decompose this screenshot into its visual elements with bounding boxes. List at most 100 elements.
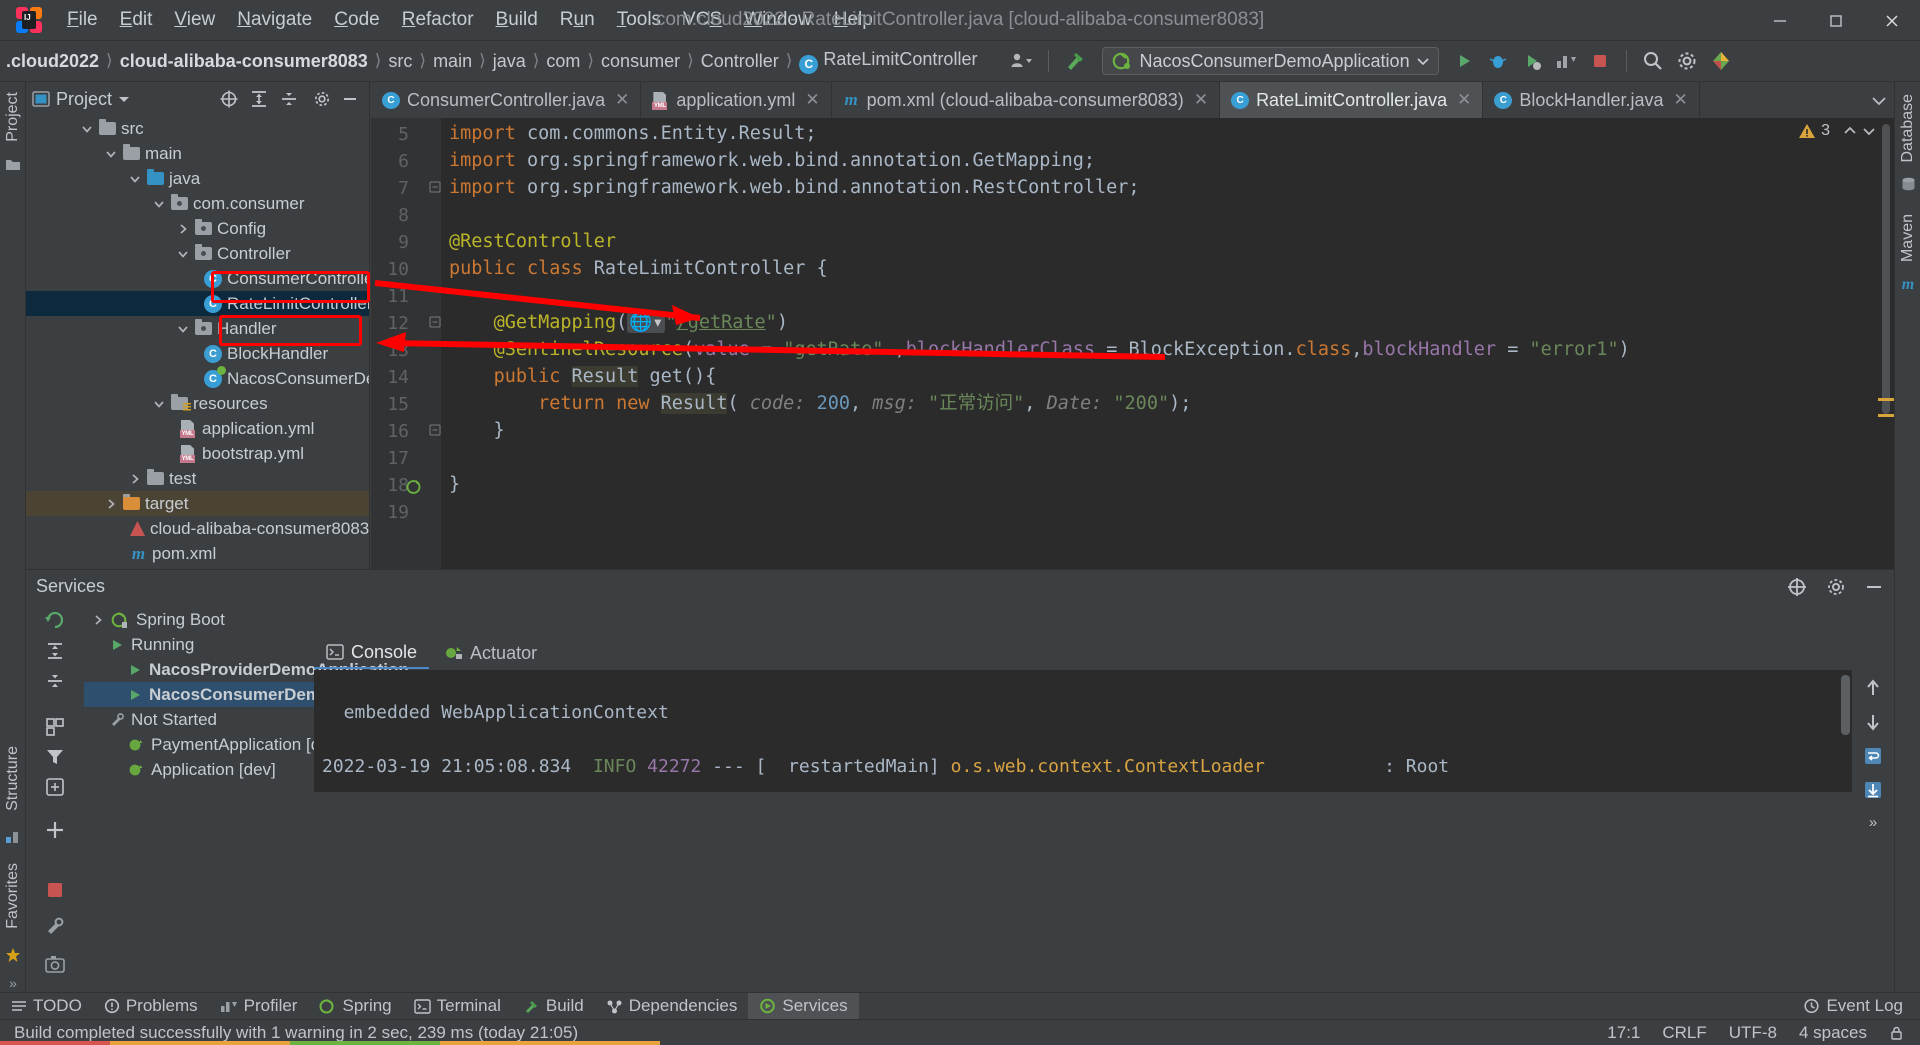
chevron-right-icon[interactable] (128, 472, 142, 486)
tree-item-blockhandler[interactable]: C BlockHandler (26, 341, 369, 366)
tree-item-iml[interactable]: cloud-alibaba-consumer8083.iml (26, 516, 369, 541)
menu-view[interactable]: View (163, 6, 226, 34)
editor-tab-application-yml[interactable]: YML application.yml ✕ (641, 82, 832, 118)
console-tab-console[interactable]: Console (314, 638, 430, 669)
breadcrumb-item-3[interactable]: main (427, 49, 478, 74)
breadcrumb-item-0[interactable]: .cloud2022 (0, 49, 105, 74)
settings-icon[interactable] (1672, 46, 1702, 76)
run-icon[interactable] (1449, 46, 1479, 76)
tree-item-com-consumer[interactable]: com.consumer (26, 191, 369, 216)
stripe-project-button[interactable]: Project (4, 86, 22, 148)
menu-file[interactable]: File (56, 6, 109, 34)
services-group-spring-boot[interactable]: Spring Boot (84, 607, 314, 632)
tree-item-target[interactable]: target (26, 491, 369, 516)
expand-all-icon[interactable] (249, 89, 269, 109)
maximize-button[interactable] (1808, 0, 1864, 41)
menu-run[interactable]: Run (549, 6, 606, 34)
database-icon[interactable] (1901, 177, 1916, 192)
line-separator[interactable]: CRLF (1662, 1023, 1706, 1043)
chevron-down-icon[interactable] (176, 247, 190, 261)
chevron-right-icon[interactable] (176, 222, 190, 236)
user-dropdown-icon[interactable] (1007, 46, 1037, 76)
collapse-all-icon[interactable] (45, 671, 65, 691)
tree-item-pom-xml[interactable]: m pom.xml (26, 541, 369, 566)
minimize-button[interactable] (1752, 0, 1808, 41)
breadcrumb-item-8[interactable]: C RateLimitController (793, 47, 983, 76)
breadcrumb-item-5[interactable]: com (540, 49, 586, 74)
breadcrumb-item-1[interactable]: cloud-alibaba-consumer8083 (114, 49, 374, 74)
event-log-button[interactable]: Event Log (1792, 993, 1914, 1020)
tool-window-todo[interactable]: TODO (0, 993, 93, 1020)
soft-wrap-icon[interactable] (1863, 746, 1883, 766)
close-icon[interactable]: ✕ (1457, 90, 1471, 110)
camera-icon[interactable] (45, 955, 65, 973)
close-icon[interactable]: ✕ (615, 90, 629, 110)
stripe-maven-button[interactable]: Maven (1899, 208, 1917, 268)
chevron-down-icon[interactable] (80, 122, 94, 136)
services-add-icon[interactable] (1786, 576, 1808, 598)
rerun-icon[interactable] (44, 609, 66, 631)
stripe-database-button[interactable]: Database (1899, 88, 1917, 169)
editor-tab-ratelimitcontroller[interactable]: C RateLimitController.java ✕ (1220, 82, 1484, 118)
breadcrumb-item-2[interactable]: src (382, 49, 418, 74)
tree-item-handler[interactable]: Handler (26, 316, 369, 341)
tree-item-main[interactable]: main (26, 141, 369, 166)
fold-icon[interactable] (429, 316, 441, 328)
chevron-down-icon[interactable] (176, 322, 190, 336)
services-settings-icon[interactable] (1826, 577, 1846, 597)
filter-icon[interactable] (45, 747, 65, 767)
tree-item-java[interactable]: java (26, 166, 369, 191)
stop-service-icon[interactable] (46, 881, 64, 899)
editor-warning-stripe[interactable] (1878, 398, 1894, 401)
menu-code[interactable]: Code (323, 6, 390, 34)
services-hide-icon[interactable] (1864, 577, 1884, 597)
hide-panel-icon[interactable] (341, 90, 359, 108)
services-toolbar[interactable] (26, 603, 84, 973)
scroll-to-end-icon[interactable] (1863, 780, 1883, 800)
tree-item-nacosconsumerdemoapplication[interactable]: C NacosConsumerDemoApplication (26, 365, 369, 391)
tree-item-controller[interactable]: Controller (26, 241, 369, 266)
file-encoding[interactable]: UTF-8 (1729, 1023, 1777, 1043)
collapse-all-icon[interactable] (279, 89, 299, 109)
search-icon[interactable] (1638, 46, 1668, 76)
breadcrumb-item-6[interactable]: consumer (595, 49, 686, 74)
chevron-down-icon[interactable] (118, 95, 130, 103)
close-icon[interactable]: ✕ (805, 90, 819, 110)
editor-warning-stripe[interactable] (1878, 414, 1894, 417)
tree-item-src[interactable]: src (26, 116, 369, 141)
breadcrumb-item-4[interactable]: java (487, 49, 532, 74)
stop-icon[interactable] (1585, 46, 1615, 76)
indent-setting[interactable]: 4 spaces (1799, 1023, 1867, 1043)
chevron-down-icon[interactable] (152, 397, 166, 411)
run-with-coverage-icon[interactable] (1517, 46, 1547, 76)
tree-item-test[interactable]: test (26, 466, 369, 491)
editor-scrollbar[interactable] (1882, 124, 1890, 414)
close-button[interactable] (1864, 0, 1920, 41)
breadcrumb[interactable]: .cloud2022 ⟩ cloud-alibaba-consumer8083 … (0, 47, 983, 76)
editor-tab-pom-xml[interactable]: m pom.xml (cloud-alibaba-consumer8083) ✕ (832, 82, 1221, 118)
services-tree[interactable]: Spring Boot Running NacosProviderDemoApp… (84, 603, 424, 792)
menu-navigate[interactable]: Navigate (226, 6, 323, 34)
settings-icon[interactable] (45, 917, 65, 937)
project-tree[interactable]: src main java com.consumer Config Contro… (26, 116, 369, 569)
tool-window-problems[interactable]: Problems (93, 993, 209, 1020)
tree-item-bootstrap-yml[interactable]: YML bootstrap.yml (26, 441, 369, 466)
more-stripe-icon[interactable]: » (9, 975, 17, 991)
plugin-icon[interactable] (1706, 46, 1736, 76)
tool-window-spring[interactable]: Spring (308, 993, 402, 1020)
add-service-icon[interactable] (44, 819, 66, 841)
hammer-icon[interactable] (1060, 46, 1090, 76)
chevron-down-icon[interactable] (104, 147, 118, 161)
inspection-widget[interactable]: 3 (1798, 122, 1876, 140)
services-app-nacosconsumer[interactable]: NacosConsumerDemoApplication (84, 682, 424, 707)
close-icon[interactable]: ✕ (1194, 90, 1208, 110)
code-editor[interactable]: 5 6 7 8 9 10 11 12 13 14 15 16 17 18 19 (371, 118, 1894, 569)
more-options-icon[interactable]: » (1869, 814, 1877, 831)
tool-window-build[interactable]: Build (512, 993, 595, 1020)
tree-item-application-yml[interactable]: YML application.yml (26, 416, 369, 441)
console-output[interactable]: embedded WebApplicationContext 2022-03-1… (314, 670, 1852, 792)
menu-build[interactable]: Build (485, 6, 549, 34)
services-state-running[interactable]: Running (84, 632, 314, 657)
tree-item-ratelimitcontroller[interactable]: C RateLimitController (26, 291, 369, 316)
console-tab-bar[interactable]: Console Actuator (314, 636, 549, 670)
